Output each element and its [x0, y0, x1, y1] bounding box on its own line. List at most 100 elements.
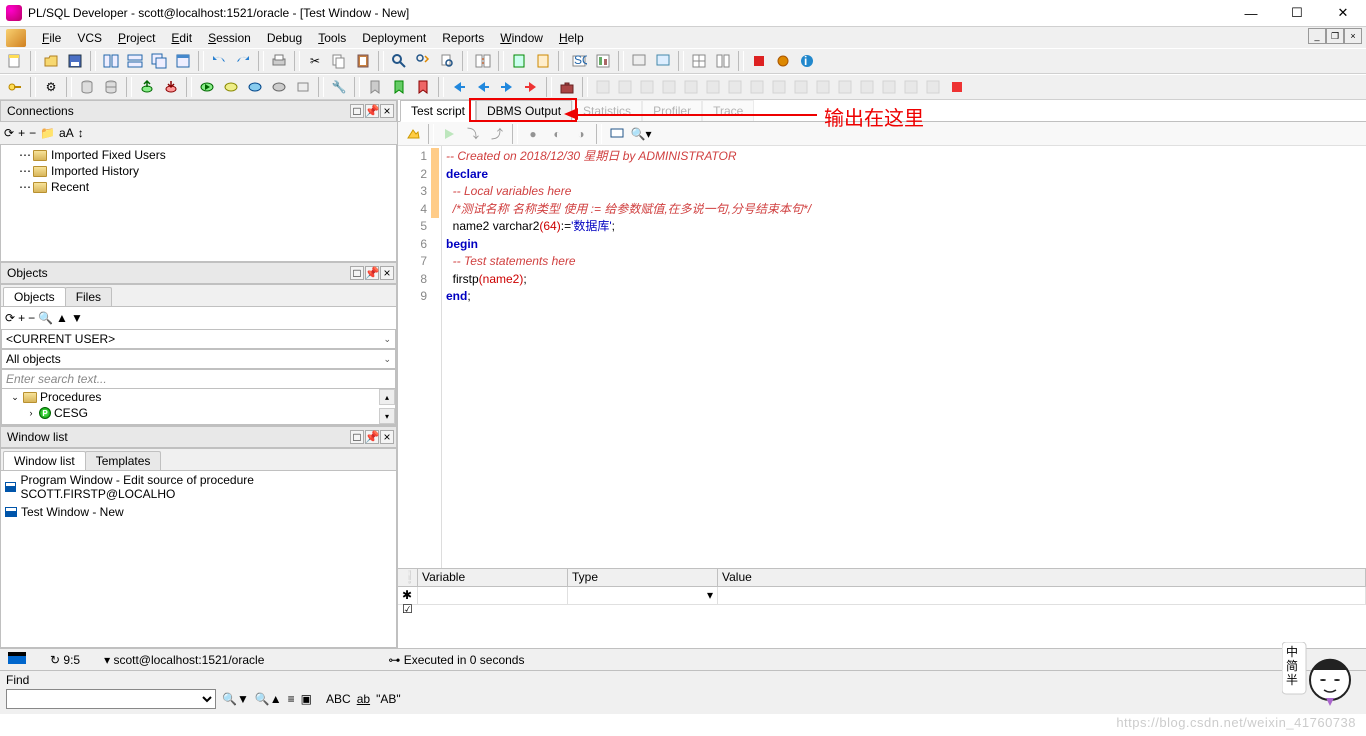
zoom-button[interactable]: 🔍▾ [630, 123, 652, 145]
filter-dn-icon[interactable]: ▼ [71, 311, 83, 325]
tab-trace[interactable]: Trace [702, 100, 754, 122]
windowlist-item[interactable]: Test Window - New [1, 503, 396, 521]
red-tool[interactable] [946, 76, 968, 98]
grid-2[interactable] [712, 50, 734, 72]
code-content[interactable]: -- Created on 2018/12/30 星期日 by ADMINIST… [442, 146, 815, 568]
find-prev-icon[interactable]: 🔍▲ [255, 692, 282, 706]
connections-tree[interactable]: ⋯Imported Fixed Users ⋯Imported History … [0, 144, 397, 262]
menu-project[interactable]: Project [110, 29, 163, 47]
tools-2[interactable] [652, 50, 674, 72]
nav-back-button[interactable] [448, 76, 470, 98]
db2-button[interactable] [100, 76, 122, 98]
monitor-button[interactable] [606, 123, 628, 145]
remove-icon[interactable]: − [29, 126, 36, 140]
tab-dbms-output[interactable]: DBMS Output [476, 100, 572, 122]
tab-test-script[interactable]: Test script [400, 100, 476, 122]
menu-edit[interactable]: Edit [163, 29, 200, 47]
mdi-minimize[interactable]: _ [1308, 28, 1326, 44]
prefs-button[interactable] [772, 50, 794, 72]
tab-templates[interactable]: Templates [85, 451, 162, 470]
mdi-restore[interactable]: ❐ [1326, 28, 1344, 44]
save-button[interactable] [64, 50, 86, 72]
exec4-button[interactable] [268, 76, 290, 98]
find-case-icon[interactable]: ABC [326, 692, 351, 706]
find-button[interactable] [388, 50, 410, 72]
remove-icon[interactable]: − [28, 311, 35, 325]
print-button[interactable] [268, 50, 290, 72]
nav-fwd2-button[interactable] [520, 76, 542, 98]
briefcase-button[interactable] [556, 76, 578, 98]
objects-tree[interactable]: ⌄Procedures ›PCESG ▴ ▾ [1, 389, 396, 425]
close-button[interactable]: ✕ [1320, 0, 1366, 26]
tile-v-button[interactable] [124, 50, 146, 72]
paste-button[interactable] [352, 50, 374, 72]
sort-icon[interactable]: ↕ [78, 126, 84, 140]
tab-statistics[interactable]: Statistics [572, 100, 642, 122]
cascade-button[interactable] [148, 50, 170, 72]
refresh-icon[interactable]: ⟳ [5, 311, 15, 325]
refresh-icon[interactable]: ⟳ [4, 126, 14, 140]
test-button[interactable] [532, 50, 554, 72]
exec5-button[interactable] [292, 76, 314, 98]
search-input[interactable]: Enter search text... [1, 369, 396, 389]
find-files-button[interactable] [436, 50, 458, 72]
new-button[interactable] [4, 50, 26, 72]
tab-files[interactable]: Files [65, 287, 112, 306]
menu-deployment[interactable]: Deployment [354, 29, 434, 47]
bm1-button[interactable] [364, 76, 386, 98]
var-grid-row[interactable]: ✱ ☑▾ [398, 587, 1366, 605]
copy-button[interactable] [328, 50, 350, 72]
stop-button[interactable] [748, 50, 770, 72]
tab-objects[interactable]: Objects [3, 287, 66, 306]
menu-session[interactable]: Session [200, 29, 259, 47]
window-button[interactable] [172, 50, 194, 72]
panel-close[interactable]: × [380, 104, 394, 118]
windowlist-item[interactable]: Program Window - Edit source of procedur… [1, 471, 396, 503]
filter-up-icon[interactable]: ▲ [56, 311, 68, 325]
menu-vcs[interactable]: VCS [69, 29, 110, 47]
nav-back2-button[interactable] [472, 76, 494, 98]
undo-button[interactable] [208, 50, 230, 72]
session-key-button[interactable] [4, 76, 26, 98]
panel-undock[interactable]: □ [350, 104, 364, 118]
exec-button[interactable] [196, 76, 218, 98]
minimize-button[interactable]: — [1228, 0, 1274, 26]
mdi-close[interactable]: × [1344, 28, 1362, 44]
db-button[interactable] [76, 76, 98, 98]
menu-debug[interactable]: Debug [259, 29, 310, 47]
explain-button[interactable] [508, 50, 530, 72]
replace-button[interactable] [412, 50, 434, 72]
commit-button[interactable] [136, 76, 158, 98]
redo-button[interactable] [232, 50, 254, 72]
user-select[interactable]: <CURRENT USER>⌄ [1, 329, 396, 349]
find-next-icon[interactable]: 🔍▼ [222, 692, 249, 706]
diff-button[interactable] [472, 50, 494, 72]
nav-fwd-button[interactable] [496, 76, 518, 98]
folder-icon[interactable]: 📁 [40, 126, 55, 140]
find-word-icon[interactable]: ab [357, 692, 370, 706]
menu-help[interactable]: Help [551, 29, 592, 47]
gear-button[interactable]: ⚙ [40, 76, 62, 98]
scroll-up[interactable]: ▴ [379, 389, 395, 405]
scroll-down[interactable]: ▾ [379, 408, 395, 424]
rollback-button[interactable] [160, 76, 182, 98]
find-regex-icon[interactable]: "AB" [376, 692, 401, 706]
add-icon[interactable]: + [18, 311, 25, 325]
find-all-icon[interactable]: ≡ [288, 692, 295, 706]
menu-file[interactable]: File [34, 29, 69, 47]
rename-icon[interactable]: aA [59, 126, 74, 140]
find-input[interactable] [6, 689, 216, 709]
bm-del-button[interactable] [412, 76, 434, 98]
maximize-button[interactable]: ☐ [1274, 0, 1320, 26]
tab-profiler[interactable]: Profiler [642, 100, 702, 122]
menu-tools[interactable]: Tools [310, 29, 354, 47]
tile-h-button[interactable] [100, 50, 122, 72]
panel-pin[interactable]: 📌 [365, 104, 379, 118]
tools-1[interactable] [628, 50, 650, 72]
wrench-button[interactable]: 🔧 [328, 76, 350, 98]
add-icon[interactable]: + [18, 126, 25, 140]
sql-button[interactable]: SQL [568, 50, 590, 72]
variable-grid[interactable]: ❕ Variable Type Value ✱ ☑▾ [398, 568, 1366, 648]
find-icon[interactable]: 🔍 [38, 311, 53, 325]
bm-add-button[interactable] [388, 76, 410, 98]
